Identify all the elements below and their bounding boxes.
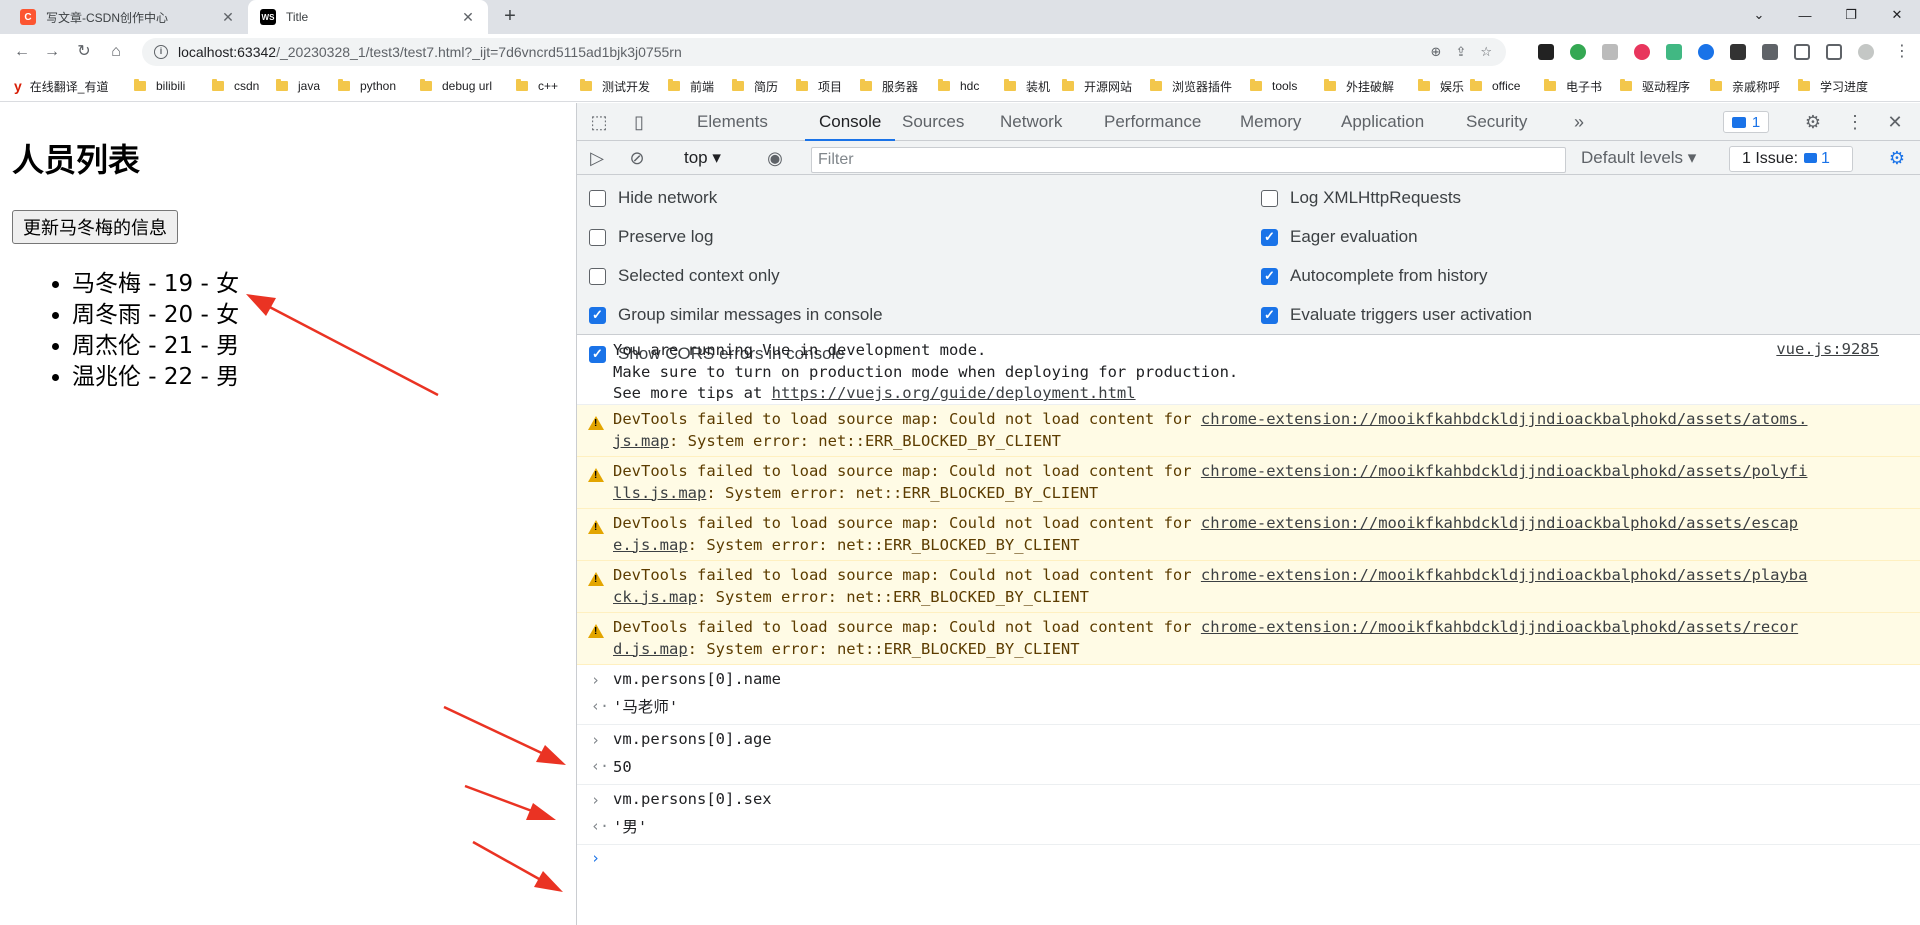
annotation-arrow [464, 784, 556, 820]
annotation-arrows [246, 294, 566, 892]
annotation-arrow [443, 705, 566, 765]
annotation-arrow [246, 294, 439, 397]
annotation-arrow [472, 840, 563, 892]
